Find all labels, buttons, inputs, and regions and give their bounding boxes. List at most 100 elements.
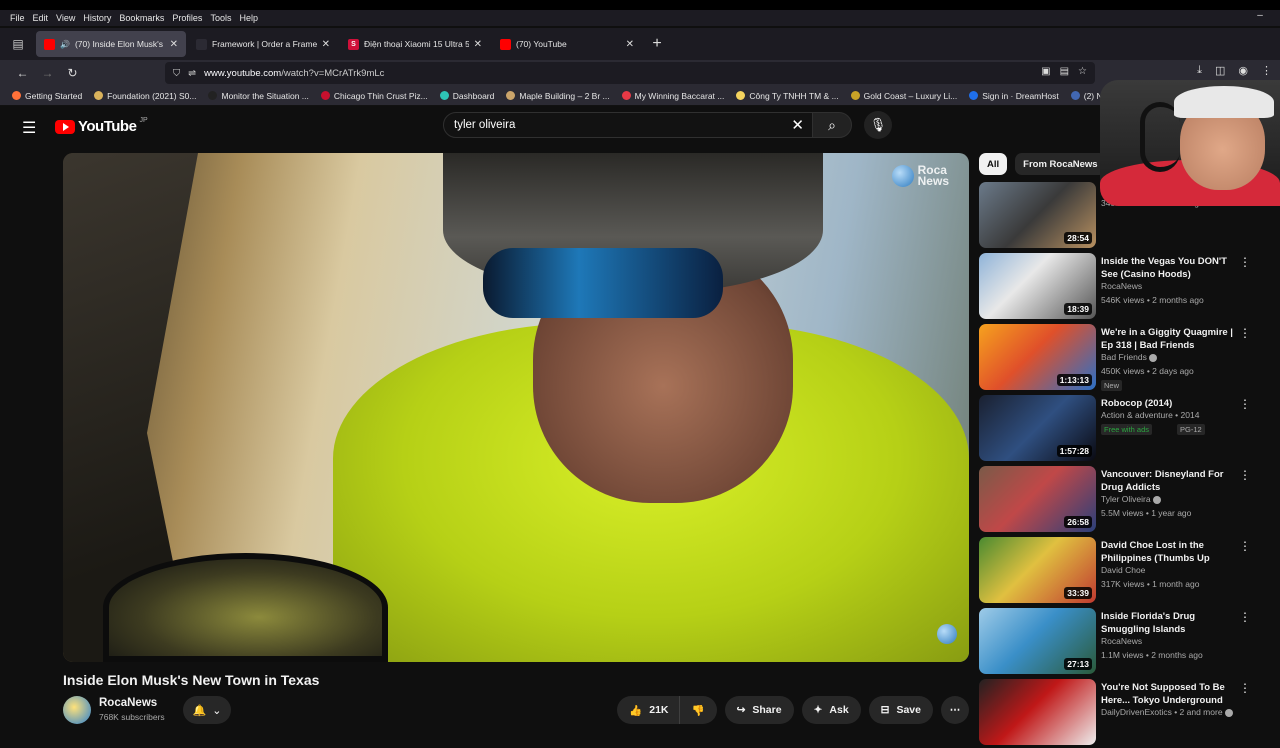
video-title-link[interactable]: Vancouver: Disneyland For Drug Addicts bbox=[1101, 468, 1243, 494]
recommendations-list: 28:54RocaNews348K views • 3 months ago18… bbox=[979, 180, 1269, 748]
search-input[interactable]: tyler oliveira ✕ bbox=[443, 112, 813, 138]
video-thumbnail[interactable]: 18:39 bbox=[979, 253, 1096, 319]
menu-edit[interactable]: Edit bbox=[29, 13, 53, 23]
video-thumbnail[interactable]: 1:57:28 bbox=[979, 395, 1096, 461]
bookmark-item[interactable]: Getting Started bbox=[12, 91, 82, 101]
tab-3[interactable]: (70) YouTube ✕ bbox=[492, 31, 642, 57]
shield-icon[interactable]: ⛉ bbox=[173, 68, 180, 79]
channel-link[interactable]: David Choe bbox=[1101, 565, 1145, 575]
recommendation-item[interactable]: 26:58 Vancouver: Disneyland For Drug Addi… bbox=[979, 464, 1269, 535]
new-tab-button[interactable]: + bbox=[642, 35, 672, 53]
more-options-icon[interactable]: ⋮ bbox=[1239, 681, 1251, 695]
channel-link[interactable]: RocaNews bbox=[1101, 281, 1142, 291]
bookmark-favicon-icon bbox=[320, 91, 330, 100]
nav-bar: ← → ↻ ⛉ ⇌ www.youtube.com/watch?v=MCrATr… bbox=[0, 60, 1280, 86]
reader-view-icon[interactable]: ▤ bbox=[1060, 66, 1069, 77]
video-title-link[interactable]: Inside Florida's Drug Smuggling Islands bbox=[1101, 610, 1243, 636]
bookmark-favicon-icon bbox=[1070, 91, 1080, 100]
search-button[interactable]: ⌕ bbox=[812, 112, 852, 138]
bookmark-item[interactable]: Công Ty TNHH TM & ... bbox=[736, 91, 839, 101]
channel-link[interactable]: Tyler Oliveira bbox=[1101, 494, 1161, 504]
branding-corner-icon[interactable] bbox=[937, 624, 957, 644]
channel-link[interactable]: DailyDrivenExotics • 2 and more bbox=[1101, 707, 1233, 717]
close-tab-icon[interactable]: ✕ bbox=[626, 39, 634, 50]
close-tab-icon[interactable]: ✕ bbox=[474, 39, 482, 50]
channel-link[interactable]: RocaNews bbox=[1101, 636, 1142, 646]
sidebar-icon[interactable]: ◫ bbox=[1215, 64, 1225, 77]
tab-list-icon[interactable]: ▤ bbox=[0, 28, 36, 60]
bookmark-item[interactable]: Foundation (2021) S0... bbox=[94, 91, 196, 101]
bookmark-item[interactable]: Dashboard bbox=[439, 91, 494, 101]
back-icon[interactable]: ← bbox=[10, 66, 35, 80]
download-icon[interactable]: ⤓ bbox=[1197, 64, 1202, 77]
bookmark-favicon-icon bbox=[439, 91, 449, 100]
forward-icon[interactable]: → bbox=[35, 66, 60, 80]
video-thumbnail[interactable]: 26:58 bbox=[979, 466, 1096, 532]
verified-icon bbox=[1152, 495, 1161, 504]
image-icon[interactable]: ▣ bbox=[1041, 66, 1050, 77]
recommendation-item[interactable]: 1:57:28 Robocop (2014) Action & adventure … bbox=[979, 393, 1269, 464]
video-thumbnail[interactable]: 33:39 bbox=[979, 537, 1096, 603]
reload-icon[interactable]: ↻ bbox=[60, 66, 85, 80]
more-options-icon[interactable]: ⋮ bbox=[1239, 610, 1251, 624]
video-title-link[interactable]: You're Not Supposed To Be Here... Tokyo … bbox=[1101, 681, 1243, 707]
tab-0[interactable]: 🔊 (70) Inside Elon Musk's Ne ✕ bbox=[36, 31, 186, 57]
menu-bookmarks[interactable]: Bookmarks bbox=[115, 13, 168, 23]
bookmark-item[interactable]: Maple Building – 2 Br ... bbox=[506, 91, 610, 101]
recommendation-item[interactable]: 33:39 David Choe Lost in the Philippines … bbox=[979, 535, 1269, 606]
bookmark-star-icon[interactable]: ☆ bbox=[1078, 66, 1087, 77]
recommendation-item[interactable]: 1:13:13 We're in a Giggity Quagmire | Ep … bbox=[979, 322, 1269, 393]
permissions-icon[interactable]: ⇌ bbox=[188, 68, 196, 79]
more-options-icon[interactable]: ⋮ bbox=[1239, 255, 1251, 269]
hamburger-menu-icon[interactable]: ☰ bbox=[22, 118, 36, 138]
menu-tools[interactable]: Tools bbox=[206, 13, 235, 23]
bookmark-item[interactable]: Sign in · DreamHost bbox=[969, 91, 1059, 101]
more-options-icon[interactable]: ⋮ bbox=[1239, 468, 1251, 482]
tab-1[interactable]: Framework | Order a Framewor ✕ bbox=[188, 31, 338, 57]
minimize-icon[interactable]: – bbox=[1240, 10, 1280, 21]
video-thumbnail[interactable] bbox=[979, 679, 1096, 745]
chip-all[interactable]: All bbox=[979, 153, 1008, 175]
video-player[interactable]: Roca News bbox=[63, 153, 969, 662]
channel-link[interactable]: Bad Friends bbox=[1101, 352, 1157, 362]
video-thumbnail[interactable]: 28:54 bbox=[979, 182, 1096, 248]
video-title-link[interactable]: We're in a Giggity Quagmire | Ep 318 | B… bbox=[1101, 326, 1243, 352]
more-options-icon[interactable]: ⋮ bbox=[1239, 326, 1251, 340]
bookmark-item[interactable]: Gold Coast – Luxury Li... bbox=[850, 91, 957, 101]
video-thumbnail[interactable]: 1:13:13 bbox=[979, 324, 1096, 390]
channel-name[interactable]: RocaNews bbox=[99, 697, 157, 709]
bookmark-item[interactable]: Monitor the Situation ... bbox=[208, 91, 309, 101]
video-thumbnail[interactable]: 27:13 bbox=[979, 608, 1096, 674]
account-icon[interactable]: ◉ bbox=[1238, 64, 1248, 77]
recommendation-item[interactable]: 27:13 Inside Florida's Drug Smuggling Isl… bbox=[979, 606, 1269, 677]
bookmark-item[interactable]: Chicago Thin Crust Piz... bbox=[320, 91, 428, 101]
close-tab-icon[interactable]: ✕ bbox=[170, 39, 178, 50]
more-icon: ⋯ bbox=[949, 704, 961, 716]
menu-file[interactable]: File bbox=[0, 13, 29, 23]
video-title-link[interactable]: David Choe Lost in the Philippines (Thum… bbox=[1101, 539, 1243, 565]
menu-profiles[interactable]: Profiles bbox=[168, 13, 206, 23]
tab-2[interactable]: S Điện thoại Xiaomi 15 Ultra 5G g ✕ bbox=[340, 31, 490, 57]
more-options-icon[interactable]: ⋮ bbox=[1239, 397, 1251, 411]
extension-icon[interactable]: ⋮ bbox=[1261, 64, 1272, 77]
more-options-icon[interactable]: ⋮ bbox=[1239, 539, 1251, 553]
bookmark-favicon-icon bbox=[506, 91, 516, 100]
speaker-icon[interactable]: 🔊 bbox=[60, 40, 70, 49]
video-title-link[interactable]: Inside the Vegas You DON'T See (Casino H… bbox=[1101, 255, 1243, 281]
video-title-link[interactable]: Robocop (2014) bbox=[1101, 397, 1243, 410]
channel-link[interactable]: Action & adventure • 2014 bbox=[1101, 410, 1199, 420]
clear-search-icon[interactable]: ✕ bbox=[791, 116, 804, 134]
recommendation-item[interactable]: 18:39 Inside the Vegas You DON'T See (Cas… bbox=[979, 251, 1269, 322]
bookmark-item[interactable]: My Winning Baccarat ... bbox=[621, 91, 724, 101]
menu-history[interactable]: History bbox=[79, 13, 115, 23]
menu-help[interactable]: Help bbox=[235, 13, 262, 23]
youtube-logo[interactable]: YouTube JP bbox=[55, 117, 148, 135]
chip-from-channel[interactable]: From RocaNews bbox=[1015, 153, 1106, 175]
chevron-down-icon: ⌄ bbox=[212, 704, 222, 717]
voice-search-button[interactable]: 🎙 bbox=[864, 111, 892, 139]
recommendation-item[interactable]: You're Not Supposed To Be Here... Tokyo … bbox=[979, 677, 1269, 748]
close-tab-icon[interactable]: ✕ bbox=[322, 39, 330, 50]
tab-favicon-icon bbox=[196, 38, 207, 50]
url-bar[interactable]: ⛉ ⇌ www.youtube.com/watch?v=MCrATrk9mLc … bbox=[165, 62, 1095, 84]
menu-view[interactable]: View bbox=[52, 13, 79, 23]
